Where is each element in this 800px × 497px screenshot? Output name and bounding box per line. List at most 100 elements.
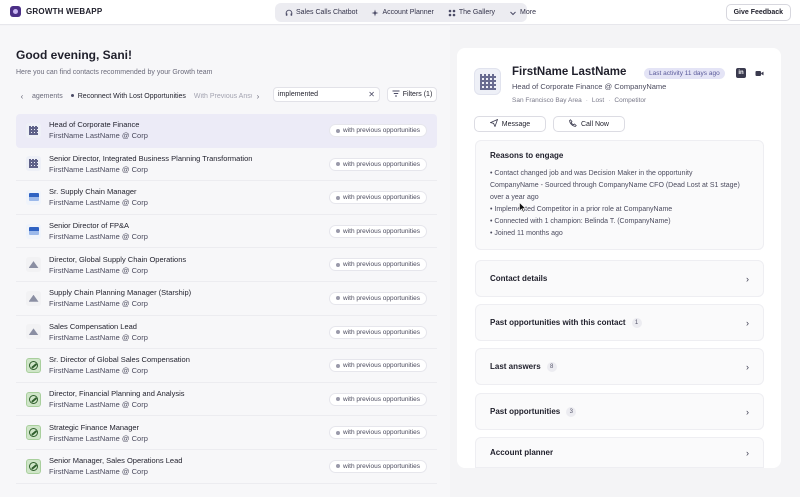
section-count-badge: 3 <box>566 406 577 417</box>
linkedin-icon[interactable]: in <box>736 68 746 78</box>
section-title: Past opportunities with this contact <box>490 318 626 327</box>
status-badge: with previous opportunities <box>329 325 427 339</box>
contact-company: FirstName LastName @ Corp <box>49 131 148 141</box>
contact-title: Senior Director of FP&A <box>49 221 130 231</box>
contact-title: Strategic Finance Manager <box>49 422 140 432</box>
tag-dot-icon <box>336 162 341 167</box>
company-logo-icon <box>26 122 41 138</box>
tag-label: with previous opportunities <box>343 328 420 336</box>
company-logo-icon <box>26 425 41 441</box>
list-item[interactable]: Head of Corporate Finance FirstName LastN… <box>16 114 437 148</box>
section-title: Past opportunities <box>490 407 561 416</box>
segment-chip[interactable]: agements <box>28 93 67 100</box>
list-item[interactable]: Director, Global Supply Chain Operations… <box>16 248 437 282</box>
tag-dot-icon <box>336 464 341 469</box>
contact-company: FirstName LastName @ Corp <box>49 198 148 208</box>
contact-meta: San Francisco Bay Area · Lost · Competit… <box>512 97 646 104</box>
status-badge: with previous opportunities <box>329 359 427 373</box>
nav-item-the-gallery[interactable]: The Gallery <box>442 6 501 20</box>
contact-company: FirstName LastName @ Corp <box>49 299 148 309</box>
search-input[interactable]: implemented ✕ <box>273 87 380 102</box>
greeting-heading: Good evening, Sani! <box>16 48 133 62</box>
nav-item-account-planner[interactable]: Account Planner <box>365 6 439 20</box>
chevron-right-icon[interactable]: › <box>252 92 264 101</box>
section-last-answers[interactable]: Last answers 8 › <box>475 348 764 385</box>
chevron-right-icon: › <box>746 406 749 417</box>
send-icon <box>489 118 498 129</box>
segment-chip[interactable]: With Previous Answ <box>190 93 252 100</box>
chevron-left-icon[interactable]: ‹ <box>16 92 28 101</box>
list-item[interactable]: Sr. Director of Global Sales Compensatio… <box>16 349 437 383</box>
chevron-down-icon <box>509 9 517 17</box>
recommendations-pane: Good evening, Sani! Here you can find co… <box>0 26 450 497</box>
tag-label: with previous opportunities <box>343 227 420 235</box>
tag-label: with previous opportunities <box>343 362 420 370</box>
company-logo-icon <box>26 324 41 340</box>
reason-line: • Connected with 1 champion: Belinda T. … <box>490 218 671 225</box>
nav-item-more[interactable]: More <box>503 6 542 20</box>
call-now-button[interactable]: Call Now <box>553 116 625 132</box>
tag-dot-icon <box>336 229 341 234</box>
contact-company: FirstName LastName @ Corp <box>49 265 148 275</box>
gallery-icon <box>448 9 456 17</box>
separator: · <box>585 97 588 104</box>
section-count-badge: 1 <box>631 317 642 328</box>
list-item[interactable]: Senior Director of FP&A FirstName LastNam… <box>16 215 437 249</box>
contact-company: FirstName LastName @ Corp <box>49 332 148 342</box>
brand[interactable]: GROWTH WEBAPP <box>10 6 102 17</box>
tag-dot-icon <box>336 430 341 435</box>
status-badge: with previous opportunities <box>329 291 427 305</box>
section-account-planner[interactable]: Account planner › <box>475 437 764 468</box>
section-past-opportunities[interactable]: Past opportunities 3 › <box>475 393 764 430</box>
contact-location: San Francisco Bay Area <box>512 97 582 104</box>
contact-title: Sales Compensation Lead <box>49 321 137 331</box>
tag-dot-icon <box>336 363 341 368</box>
contact-company: FirstName LastName @ Corp <box>49 232 148 242</box>
reason-line: • Implemented Competitor in a prior role… <box>490 206 673 213</box>
video-icon[interactable] <box>754 68 764 78</box>
nav-item-label: Sales Calls Chatbot <box>296 9 358 16</box>
nav-item-sales-calls-chatbot[interactable]: Sales Calls Chatbot <box>279 6 363 20</box>
chevron-right-icon: › <box>746 273 749 284</box>
contact-relation: Competitor <box>614 97 647 104</box>
segment-chip-active[interactable]: Reconnect With Lost Opportunities <box>67 93 190 100</box>
list-item[interactable]: Senior Director, Integrated Business Pla… <box>16 148 437 182</box>
tag-dot-icon <box>336 296 341 301</box>
company-logo-icon <box>26 223 41 239</box>
last-activity-badge: Last activity 11 days ago <box>644 68 725 79</box>
list-item[interactable]: Strategic Finance Manager FirstName LastN… <box>16 416 437 450</box>
contact-company: FirstName LastName @ Corp <box>49 400 148 410</box>
list-item[interactable]: Director, Financial Planning and Analysi… <box>16 383 437 417</box>
active-dot-icon <box>70 94 74 98</box>
section-title: Last answers <box>490 362 541 371</box>
list-item[interactable]: Sr. Supply Chain Manager FirstName LastNa… <box>16 181 437 215</box>
tag-dot-icon <box>336 330 341 335</box>
filters-button[interactable]: Filters (1) <box>387 87 437 102</box>
top-bar: GROWTH WEBAPP Sales Calls Chatbot Accoun… <box>0 0 800 25</box>
list-item[interactable]: Supply Chain Planning Manager (Starship)… <box>16 282 437 316</box>
nav-item-label: The Gallery <box>458 9 496 16</box>
greeting-subtitle: Here you can find contacts recommended b… <box>16 69 213 76</box>
brand-logo-icon <box>10 6 21 17</box>
contact-company: FirstName LastName @ Corp <box>49 433 148 443</box>
section-past-opportunities-with-contact[interactable]: Past opportunities with this contact 1 › <box>475 304 764 341</box>
company-logo-icon <box>26 357 41 373</box>
contact-headline: Head of Corporate Finance @ CompanyName <box>512 82 667 91</box>
list-item[interactable]: Sales Compensation Lead FirstName LastNam… <box>16 316 437 350</box>
status-badge: with previous opportunities <box>329 191 427 205</box>
clear-search-icon[interactable]: ✕ <box>368 90 375 99</box>
contact-title: Senior Manager, Sales Operations Lead <box>49 456 183 466</box>
nav-item-label: Account Planner <box>382 9 434 16</box>
company-logo-icon <box>26 391 41 407</box>
contact-title: Supply Chain Planning Manager (Starship) <box>49 288 192 298</box>
list-item[interactable]: Senior Manager, Sales Operations Lead Fir… <box>16 450 437 484</box>
tag-label: with previous opportunities <box>343 429 420 437</box>
give-feedback-button[interactable]: Give Feedback <box>725 4 791 21</box>
section-contact-details[interactable]: Contact details › <box>475 260 764 297</box>
phone-icon <box>569 119 577 129</box>
message-button[interactable]: Message <box>474 116 546 132</box>
tag-label: with previous opportunities <box>343 194 420 202</box>
nav-item-label: More <box>520 9 536 16</box>
opportunity-status: Lost <box>591 97 605 104</box>
contact-name: FirstName LastName <box>512 66 627 78</box>
